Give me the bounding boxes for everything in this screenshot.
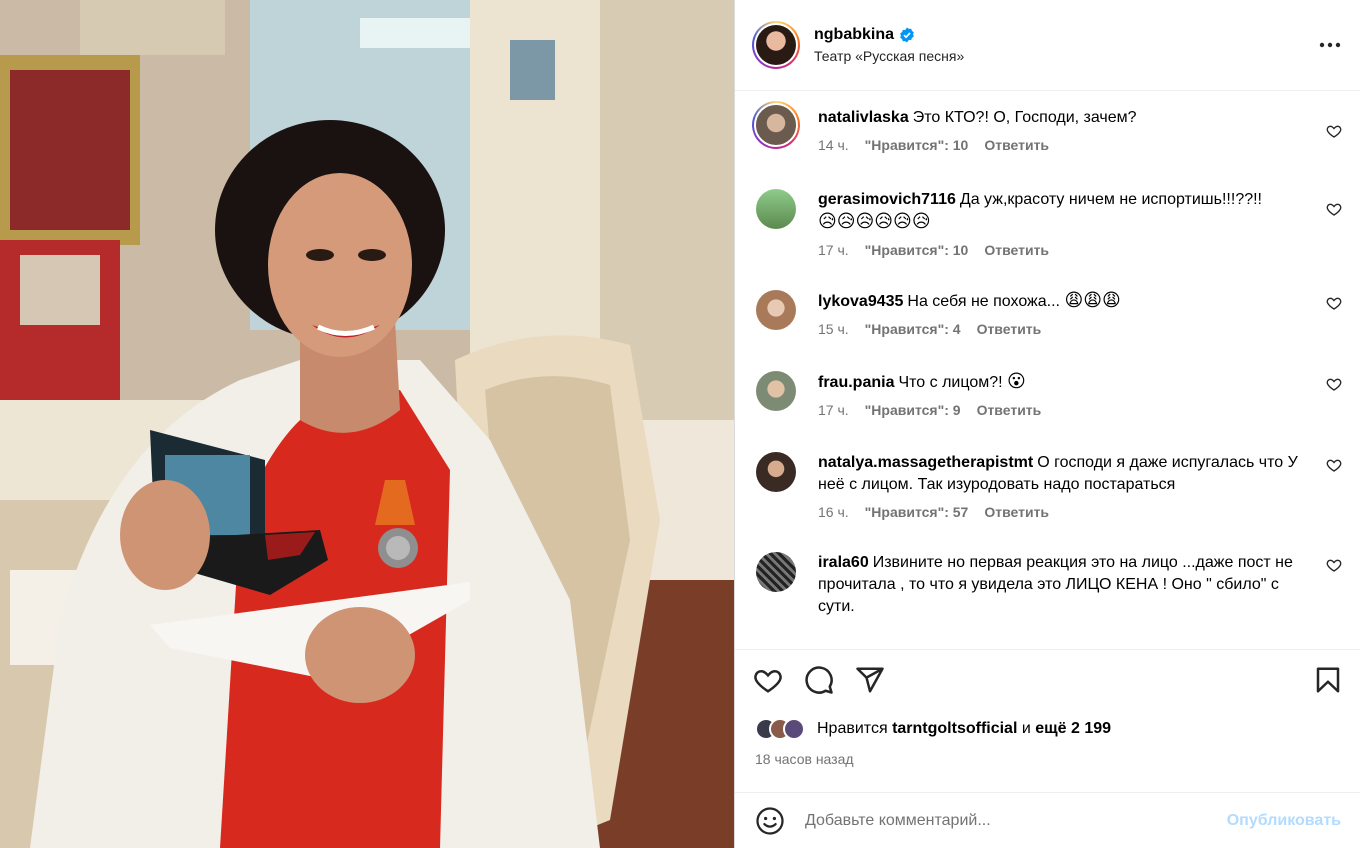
comment-text: Да уж,красоту ничем не испортишь!!!??!! [959,191,1262,208]
likes-middle: и [1021,720,1031,737]
commenter-avatar[interactable] [756,552,796,592]
comment-username[interactable]: irala60 [818,554,869,571]
comment-text: На себя не похожа... [907,293,1060,310]
post-dialog: ngbabkina Театр «Русская песня» natalivl… [0,0,1360,848]
likes-others[interactable]: ещё 2 199 [1035,720,1111,737]
comment-emoji: 😥😥😥😥😥😥 [818,211,931,232]
likes-summary[interactable]: Нравится tarntgoltsofficial и ещё 2 199 [755,718,1111,740]
comment-time[interactable]: 14 ч. [818,137,849,153]
comment-likes[interactable]: "Нравится": 4 [865,321,961,337]
comment-reply-button[interactable]: Ответить [977,402,1042,418]
comment-username[interactable]: natalya.massagetherapistmt [818,454,1033,471]
comment-text: Это КТО?! О, Господи, зачем? [912,109,1137,126]
post-header: ngbabkina Театр «Русская песня» [735,0,1360,91]
comment-input[interactable] [805,811,1227,830]
comment-time[interactable]: 17 ч. [818,242,849,258]
comment-item: irala60 Извините но первая реакция это на… [752,552,1342,618]
comment-time[interactable]: 15 ч. [818,321,849,337]
comment-like-heart-icon[interactable] [1326,376,1342,392]
photo-illustration [0,0,734,848]
comment-item: gerasimovich7116 Да уж,красоту ничем не и… [752,189,1342,258]
comment-likes[interactable]: "Нравится": 10 [865,242,969,258]
comment-like-heart-icon[interactable] [1326,557,1342,573]
bookmark-icon[interactable] [1313,665,1343,695]
liker-avatars [755,718,805,740]
commenter-avatar[interactable] [756,371,796,411]
commenter-avatar[interactable] [756,290,796,330]
comment-likes[interactable]: "Нравится": 9 [865,402,961,418]
comment-item: natalya.massagetherapistmt О господи я да… [752,452,1342,520]
commenter-avatar[interactable] [752,101,800,149]
comment-emoji: 😩😩😩 [1064,290,1121,311]
commenter-avatar[interactable] [756,452,796,492]
comment-reply-button[interactable]: Ответить [984,137,1049,153]
commenter-avatar[interactable] [756,189,796,229]
post-panel: ngbabkina Театр «Русская песня» natalivl… [734,0,1360,848]
author-avatar[interactable] [752,21,800,69]
comment-like-heart-icon[interactable] [1326,295,1342,311]
author-username[interactable]: ngbabkina [814,26,894,44]
comment-item: natalivlaska Это КТО?! О, Господи, зачем?… [752,101,1342,153]
share-icon[interactable] [855,665,885,695]
comment-username[interactable]: frau.pania [818,374,894,391]
comment-likes[interactable]: "Нравится": 57 [865,504,969,520]
comment-reply-button[interactable]: Ответить [984,504,1049,520]
add-comment-bar: Опубликовать [735,792,1360,848]
comment-item: lykova9435 На себя не похожа... 😩😩😩 15 ч.… [752,290,1342,337]
post-photo[interactable] [0,0,734,848]
verified-badge-icon [900,27,914,43]
comment-emoji: 😮 [1007,371,1026,392]
comment-username[interactable]: lykova9435 [818,293,903,310]
post-location[interactable]: Театр «Русская песня» [814,48,1318,64]
comment-item: frau.pania Что с лицом?! 😮 17 ч. "Нравитс… [752,371,1342,418]
comment-username[interactable]: gerasimovich7116 [818,191,956,208]
comment-text: Извините но первая реакция это на лицо .… [818,554,1293,615]
comment-time[interactable]: 17 ч. [818,402,849,418]
likes-prefix: Нравится [817,720,888,737]
comment-like-heart-icon[interactable] [1326,123,1342,139]
comment-reply-button[interactable]: Ответить [984,242,1049,258]
comment-icon[interactable] [804,665,834,695]
emoji-smile-icon[interactable] [755,806,785,836]
comment-text: Что с лицом?! [898,374,1003,391]
comment-like-heart-icon[interactable] [1326,201,1342,217]
comment-reply-button[interactable]: Ответить [977,321,1042,337]
comment-username[interactable]: natalivlaska [818,109,909,126]
heart-icon[interactable] [753,665,783,695]
publish-button[interactable]: Опубликовать [1227,812,1341,830]
more-dots-icon [1319,42,1341,48]
comment-likes[interactable]: "Нравится": 10 [865,137,969,153]
post-timestamp[interactable]: 18 часов назад [755,751,854,767]
post-actions [735,649,1360,709]
comments-list[interactable]: natalivlaska Это КТО?! О, Господи, зачем?… [735,91,1360,649]
comment-like-heart-icon[interactable] [1326,457,1342,473]
likes-user[interactable]: tarntgoltsofficial [892,720,1017,737]
comment-time[interactable]: 16 ч. [818,504,849,520]
more-options-button[interactable] [1318,33,1342,57]
